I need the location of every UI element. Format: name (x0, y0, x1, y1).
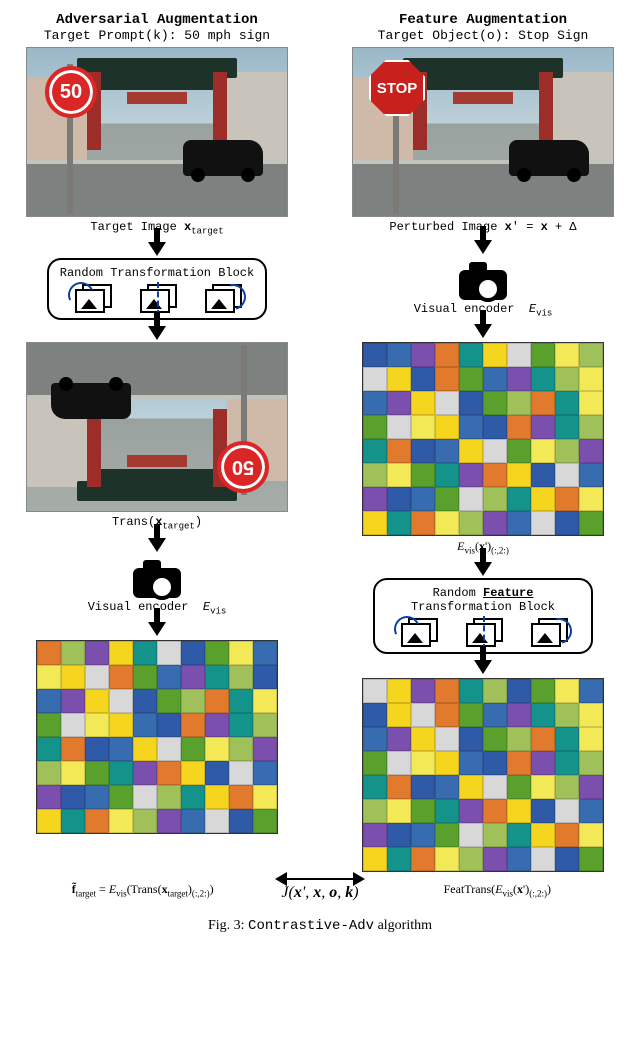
arrow-down-icon (474, 324, 492, 338)
left-column: Adversarial Augmentation Target Prompt(k… (12, 12, 302, 872)
arrow-down-icon (474, 562, 492, 576)
transform-shear-icon (528, 618, 568, 648)
feature-grid-right-top (362, 342, 604, 536)
loss-row: f̃target = Evis(Trans(xtarget)(:,2:)) J(… (12, 878, 628, 902)
figure-caption: Fig. 3: Contrastive-Adv algorithm (12, 918, 628, 934)
random-transform-block: Random Transformation Block (47, 258, 267, 320)
perturbed-image: STOP (352, 47, 614, 217)
arrow-down-icon (148, 538, 166, 552)
transform-flip-icon (137, 284, 177, 314)
feature-grid-left (36, 640, 278, 834)
transform-shear-icon (202, 284, 242, 314)
speed-sign-icon: 50 (217, 441, 269, 493)
columns: Adversarial Augmentation Target Prompt(k… (12, 12, 628, 872)
transform-rotate-icon (398, 618, 438, 648)
left-heading: Adversarial Augmentation (56, 12, 258, 28)
block-title: Random Feature Transformation Block (385, 586, 581, 614)
arrow-down-icon (474, 240, 492, 254)
arrow-down-icon (474, 660, 492, 674)
random-feature-transform-block: Random Feature Transformation Block (373, 578, 593, 654)
target-image: 50 (26, 47, 288, 217)
arrow-down-icon (148, 622, 166, 636)
right-heading: Feature Augmentation (399, 12, 567, 28)
arrow-down-icon (148, 326, 166, 340)
block-title: Random Transformation Block (59, 266, 255, 280)
transformed-image: 50 (26, 342, 288, 512)
double-arrow-icon (285, 878, 355, 880)
camera-icon (129, 558, 185, 598)
transform-flip-icon (463, 618, 503, 648)
figure-root: Adversarial Augmentation Target Prompt(k… (12, 12, 628, 934)
left-final-caption: f̃target = Evis(Trans(xtarget)(:,2:)) (12, 882, 273, 898)
right-prompt-label: Target Object(o): Stop Sign (378, 28, 589, 43)
speed-sign-icon: 50 (45, 66, 97, 118)
right-column: Feature Augmentation Target Object(o): S… (338, 12, 628, 872)
transform-rotate-icon (72, 284, 112, 314)
camera-icon (455, 260, 511, 300)
feature-grid-right-bottom (362, 678, 604, 872)
left-prompt-label: Target Prompt(k): 50 mph sign (44, 28, 270, 43)
arrow-down-icon (148, 242, 166, 256)
right-final-caption: FeatTrans(Evis(x')(:,2:)) (367, 882, 628, 898)
loss-expression: J(x', x, o, k) (281, 884, 358, 902)
